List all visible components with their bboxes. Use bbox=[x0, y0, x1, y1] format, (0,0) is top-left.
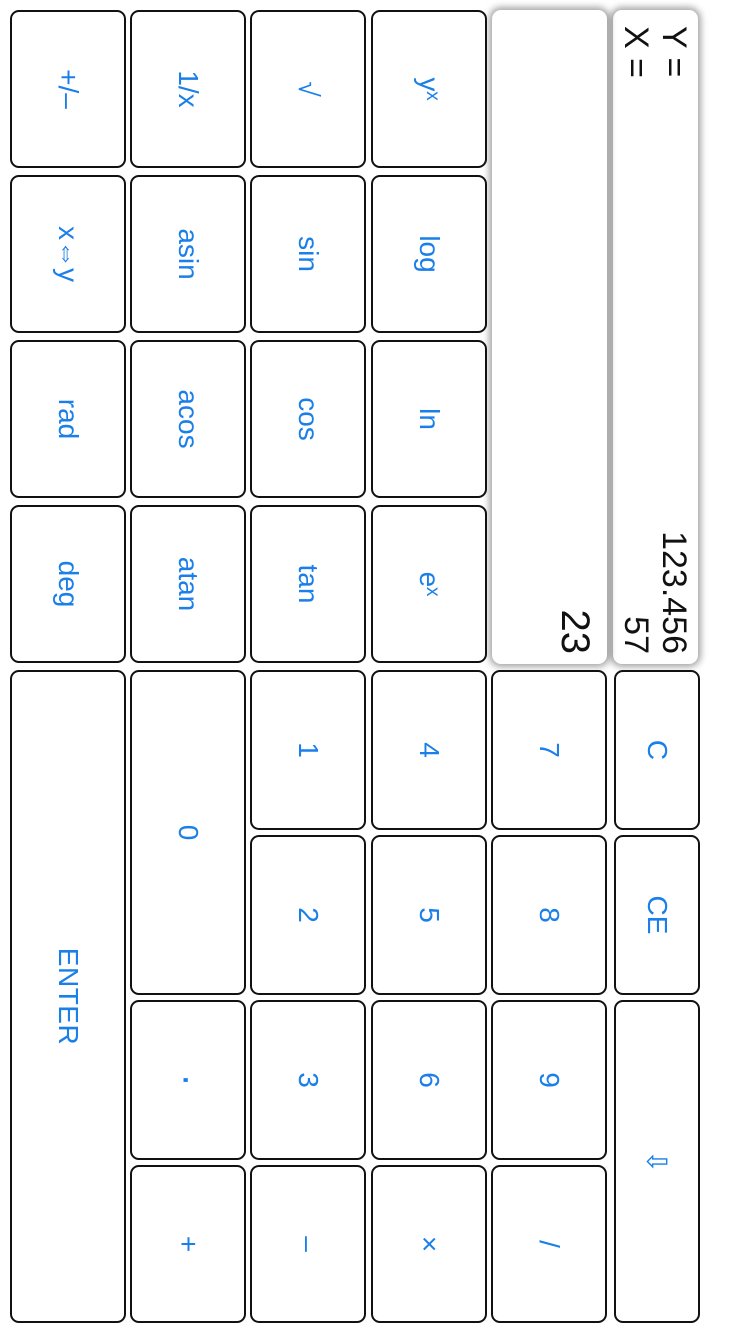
rad-button[interactable]: rad bbox=[10, 340, 126, 498]
acos-button[interactable]: acos bbox=[130, 340, 246, 498]
enter-button[interactable]: ENTER bbox=[10, 670, 126, 1323]
backspace-button[interactable]: ⇩ bbox=[614, 1000, 700, 1323]
digit-9-button[interactable]: 9 bbox=[491, 1000, 607, 1160]
decimal-point-button[interactable]: · bbox=[130, 1000, 246, 1160]
digit-3-button[interactable]: 3 bbox=[250, 1000, 366, 1160]
down-arrow-icon: ⇩ bbox=[641, 1149, 673, 1174]
stack-display: Y = 123.456 X = 57 bbox=[613, 10, 698, 664]
divide-button[interactable]: / bbox=[491, 1165, 607, 1323]
digit-0-button[interactable]: 0 bbox=[130, 670, 246, 995]
digit-7-button[interactable]: 7 bbox=[491, 670, 607, 830]
exp-button[interactable]: eˣ bbox=[371, 505, 487, 663]
digit-8-button[interactable]: 8 bbox=[491, 835, 607, 995]
log-button[interactable]: log bbox=[371, 175, 487, 333]
y-register-row: Y = 123.456 bbox=[654, 26, 694, 654]
digit-4-button[interactable]: 4 bbox=[371, 670, 487, 830]
digit-2-button[interactable]: 2 bbox=[250, 835, 366, 995]
entry-value: 23 bbox=[553, 609, 597, 655]
digit-6-button[interactable]: 6 bbox=[371, 1000, 487, 1160]
x-register-label: X = bbox=[617, 26, 655, 78]
clear-entry-button[interactable]: CE bbox=[614, 835, 700, 995]
sin-button[interactable]: sin bbox=[250, 175, 366, 333]
tan-button[interactable]: tan bbox=[250, 505, 366, 663]
digit-1-button[interactable]: 1 bbox=[250, 670, 366, 830]
x-register-row: X = 57 bbox=[616, 26, 656, 654]
plus-button[interactable]: + bbox=[130, 1165, 246, 1323]
swap-xy-button[interactable]: x⇔y bbox=[10, 175, 126, 333]
sqrt-button[interactable]: √ bbox=[250, 10, 366, 168]
calculator-landscape-stage: Y = 123.456 X = 57 23 yˣ log ln eˣ √ sin… bbox=[0, 0, 750, 1334]
negate-button[interactable]: +/– bbox=[10, 10, 126, 168]
y-register-label: Y = bbox=[655, 26, 693, 78]
cos-button[interactable]: cos bbox=[250, 340, 366, 498]
reciprocal-button[interactable]: 1/x bbox=[130, 10, 246, 168]
x-register-value: 57 bbox=[617, 616, 655, 654]
entry-display: 23 bbox=[492, 10, 607, 664]
atan-button[interactable]: atan bbox=[130, 505, 246, 663]
asin-button[interactable]: asin bbox=[130, 175, 246, 333]
y-register-value: 123.456 bbox=[655, 531, 693, 654]
clear-button[interactable]: C bbox=[614, 670, 700, 830]
deg-button[interactable]: deg bbox=[10, 505, 126, 663]
power-button[interactable]: yˣ bbox=[371, 10, 487, 168]
multiply-button[interactable]: × bbox=[371, 1165, 487, 1323]
ln-button[interactable]: ln bbox=[371, 340, 487, 498]
digit-5-button[interactable]: 5 bbox=[371, 835, 487, 995]
minus-button[interactable]: – bbox=[250, 1165, 366, 1323]
